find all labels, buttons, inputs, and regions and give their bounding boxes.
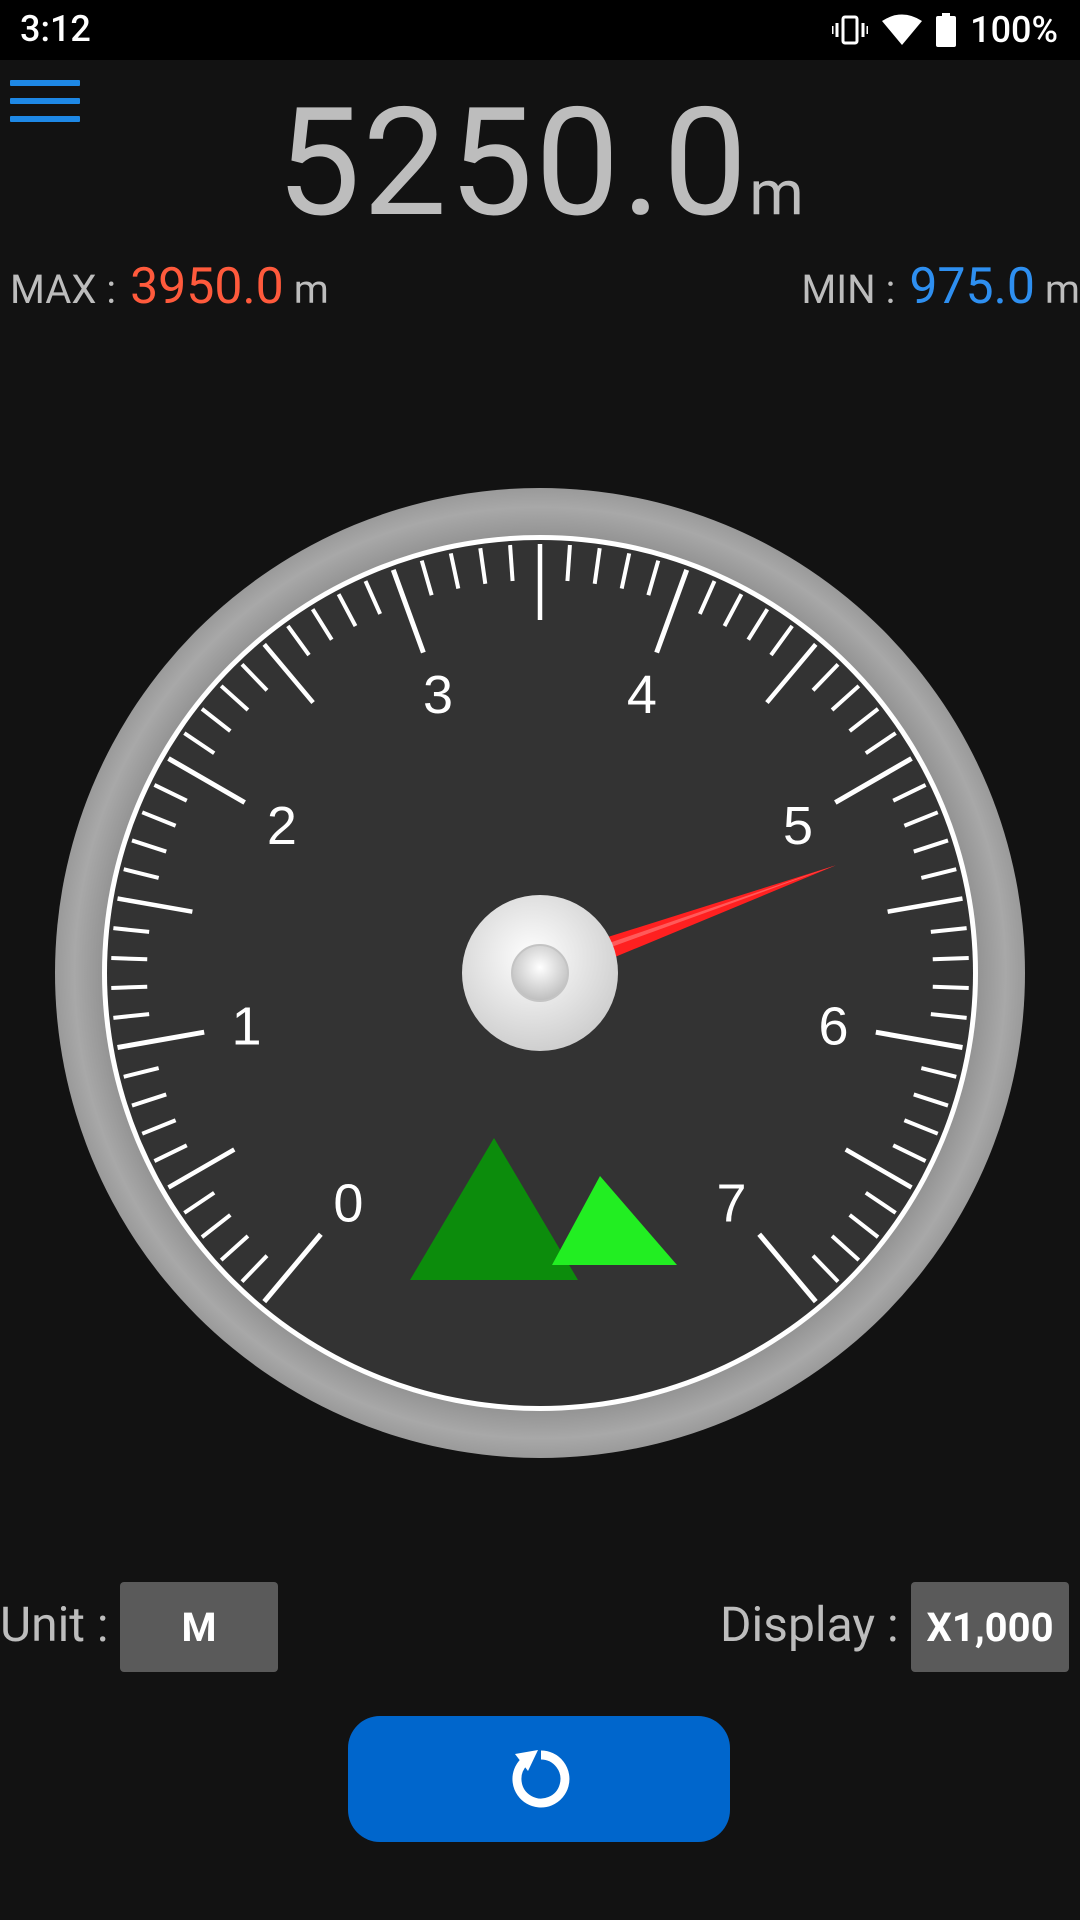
gauge-tick — [932, 984, 969, 990]
unit-label: Unit : — [0, 1596, 109, 1653]
gauge-scale-label: 3 — [423, 665, 453, 725]
display-label: Display : — [720, 1596, 899, 1653]
gauge-scale-label: 2 — [267, 796, 297, 856]
display-button[interactable]: X1,000 — [911, 1582, 1069, 1672]
gauge-tick — [932, 956, 969, 962]
reset-icon — [504, 1744, 574, 1814]
gauge-tick — [111, 956, 148, 962]
reset-button[interactable] — [348, 1716, 730, 1842]
gauge-hub-cap — [511, 944, 569, 1002]
gauge-scale-label: 0 — [333, 1173, 363, 1233]
gauge-scale-label: 6 — [818, 997, 848, 1057]
gauge-tick — [508, 544, 515, 582]
gauge-scale-label: 7 — [717, 1173, 747, 1233]
gauge-tick — [111, 984, 148, 990]
gauge-tick — [565, 544, 572, 582]
unit-button[interactable]: M — [120, 1582, 278, 1672]
gauge-scale-label: 5 — [783, 796, 813, 856]
gauge-scale-label: 4 — [627, 665, 657, 725]
gauge-scale-label: 1 — [232, 997, 262, 1057]
